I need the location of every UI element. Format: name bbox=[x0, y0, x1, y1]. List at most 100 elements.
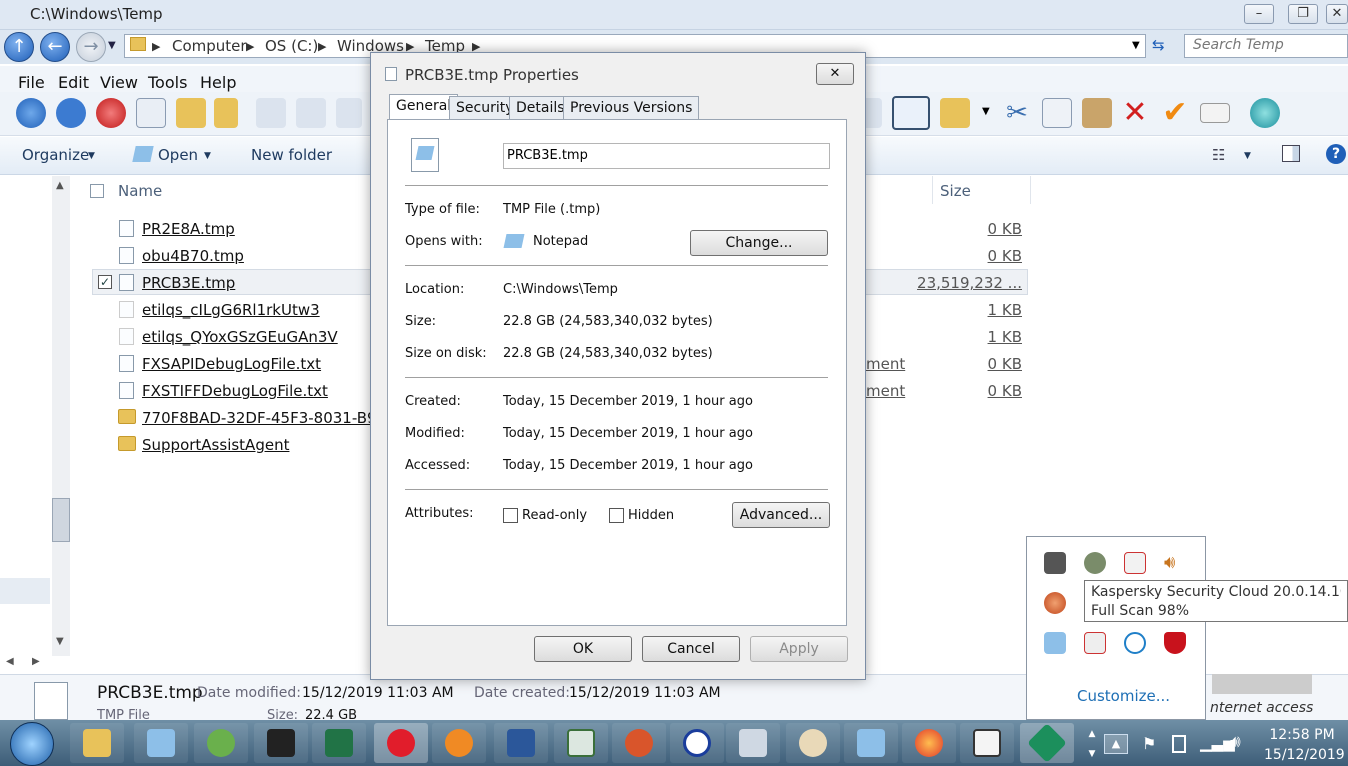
file-name[interactable]: FXSAPIDebugLogFile.txt bbox=[142, 355, 321, 373]
cancel-button[interactable]: Cancel bbox=[642, 636, 740, 662]
file-name[interactable]: obu4B70.tmp bbox=[142, 247, 244, 265]
change-button[interactable]: Change... bbox=[690, 230, 828, 256]
taskbar-app[interactable] bbox=[194, 723, 248, 763]
menu-file[interactable]: File bbox=[18, 73, 45, 92]
up-arrow-icon[interactable]: ↑ bbox=[4, 32, 34, 62]
menu-edit[interactable]: Edit bbox=[58, 73, 89, 92]
taskbar-paint[interactable] bbox=[786, 723, 840, 763]
preview-pane-icon[interactable] bbox=[892, 96, 930, 130]
file-name[interactable]: FXSTIFFDebugLogFile.txt bbox=[142, 382, 328, 400]
battery-icon[interactable] bbox=[1172, 735, 1186, 753]
breadcrumb-drive[interactable]: OS (C:) bbox=[265, 37, 318, 55]
taskbar-slides[interactable] bbox=[960, 723, 1014, 763]
minimize-button[interactable]: – bbox=[1244, 4, 1274, 24]
file-name[interactable]: etilqs_QYoxGSzGEuGAn3V bbox=[142, 328, 338, 346]
view-icon[interactable] bbox=[256, 98, 286, 128]
maximize-button[interactable]: ❐ bbox=[1288, 4, 1318, 24]
breadcrumb-arrow[interactable]: ▶ bbox=[246, 40, 254, 53]
dialog-close-button[interactable]: ✕ bbox=[816, 63, 854, 85]
properties-icon[interactable] bbox=[136, 98, 166, 128]
file-name[interactable]: etilqs_cILgG6Rl1rkUtw3 bbox=[142, 301, 320, 319]
chevron-down-icon[interactable]: ▼ bbox=[1244, 151, 1251, 161]
column-size[interactable]: Size bbox=[940, 182, 971, 200]
advanced-button[interactable]: Advanced... bbox=[732, 502, 830, 528]
shell-icon[interactable] bbox=[1250, 98, 1280, 128]
breadcrumb-arrow[interactable]: ▶ bbox=[152, 40, 160, 53]
rename-icon[interactable] bbox=[1200, 103, 1230, 123]
view-options-icon[interactable]: ☷ bbox=[1212, 146, 1225, 164]
breadcrumb-arrow[interactable]: ▶ bbox=[318, 40, 326, 53]
new-folder-icon[interactable] bbox=[176, 98, 206, 128]
details-icon[interactable] bbox=[336, 98, 362, 128]
taskbar-explorer[interactable] bbox=[70, 723, 124, 763]
delete-icon[interactable]: ✕ bbox=[1120, 98, 1150, 128]
scroll-up-arrow[interactable]: ▲ bbox=[56, 180, 64, 191]
tab-general[interactable]: General bbox=[389, 94, 459, 121]
show-hidden-icons-button[interactable]: ▲ bbox=[1104, 734, 1128, 754]
filename-input[interactable]: PRCB3E.tmp bbox=[503, 143, 830, 169]
taskbar-usb[interactable] bbox=[726, 723, 780, 763]
taskbar-word[interactable] bbox=[494, 723, 548, 763]
row-checkbox[interactable]: ✓ bbox=[98, 275, 112, 289]
help-icon[interactable]: ? bbox=[1326, 144, 1346, 164]
file-name[interactable]: 770F8BAD-32DF-45F3-8031-B9C7E bbox=[142, 409, 370, 427]
address-dropdown[interactable]: ▼ bbox=[1132, 40, 1140, 51]
list-icon[interactable] bbox=[296, 98, 326, 128]
file-name[interactable]: PR2E8A.tmp bbox=[142, 220, 235, 238]
taskbar-excel[interactable] bbox=[312, 723, 366, 763]
menu-view[interactable]: View bbox=[100, 73, 138, 92]
tray-overflow-arrow[interactable]: ▲ ▼ bbox=[1086, 724, 1098, 764]
preview-pane-icon[interactable] bbox=[1282, 145, 1300, 162]
dell-icon[interactable] bbox=[1124, 632, 1146, 654]
up-folder-icon[interactable] bbox=[16, 98, 46, 128]
taskbar-opera[interactable] bbox=[374, 723, 428, 763]
volume-icon[interactable] bbox=[1084, 632, 1106, 654]
organize-button[interactable]: Organize bbox=[22, 146, 89, 164]
volume-icon[interactable]: 🔊︎ bbox=[1230, 732, 1241, 752]
taskbar-media[interactable] bbox=[432, 723, 486, 763]
open-button[interactable]: Open bbox=[158, 146, 198, 164]
back-button[interactable]: ← bbox=[40, 32, 70, 62]
start-button[interactable] bbox=[10, 722, 54, 766]
monitor-icon[interactable] bbox=[1044, 552, 1066, 574]
usb-icon[interactable] bbox=[1084, 552, 1106, 574]
taskbar-notes[interactable] bbox=[844, 723, 898, 763]
file-name[interactable]: SupportAssistAgent bbox=[142, 436, 289, 454]
column-name[interactable]: Name bbox=[118, 182, 162, 200]
paste-icon[interactable] bbox=[1082, 98, 1112, 128]
cut-icon[interactable]: ✂ bbox=[1002, 98, 1032, 128]
taskbar-notepad[interactable] bbox=[134, 723, 188, 763]
chevron-down-icon[interactable]: ▼ bbox=[982, 106, 990, 117]
forward-button[interactable]: → bbox=[76, 32, 106, 62]
breadcrumb-computer[interactable]: Computer bbox=[172, 37, 247, 55]
copy-icon[interactable] bbox=[1042, 98, 1072, 128]
tab-previous-versions[interactable]: Previous Versions bbox=[563, 96, 700, 120]
refresh-icon[interactable]: ⇆ bbox=[1152, 36, 1176, 56]
taskbar-kaspersky[interactable] bbox=[1020, 723, 1074, 763]
ccleaner-icon[interactable] bbox=[1044, 592, 1066, 614]
chevron-down-icon[interactable]: ▼ bbox=[204, 151, 211, 161]
readonly-label[interactable]: Read-only bbox=[522, 508, 587, 523]
folder-icon[interactable] bbox=[214, 98, 238, 128]
scroll-right-arrow[interactable]: ▶ bbox=[32, 656, 40, 667]
readonly-checkbox[interactable] bbox=[503, 508, 518, 523]
checkmark-icon[interactable]: ✔ bbox=[1160, 98, 1190, 128]
menu-tools[interactable]: Tools bbox=[148, 73, 187, 92]
ok-button[interactable]: OK bbox=[534, 636, 632, 662]
folder-options-icon[interactable] bbox=[940, 98, 970, 128]
close-button[interactable]: ✕ bbox=[1326, 4, 1348, 24]
taskbar-ccleaner[interactable] bbox=[612, 723, 666, 763]
taskbar-ip[interactable] bbox=[670, 723, 724, 763]
taskbar-agent[interactable] bbox=[254, 723, 308, 763]
speaker-icon[interactable]: 🔊︎ bbox=[1164, 552, 1175, 573]
scroll-left-arrow[interactable]: ◀ bbox=[6, 656, 14, 667]
flag-icon[interactable]: ⚑ bbox=[1142, 734, 1156, 753]
taskbar-firefox[interactable] bbox=[902, 723, 956, 763]
search-input[interactable]: Search Temp bbox=[1184, 34, 1348, 58]
security-shield-icon[interactable] bbox=[1164, 632, 1186, 654]
scroll-down-arrow[interactable]: ▼ bbox=[56, 636, 64, 647]
apply-button[interactable]: Apply bbox=[750, 636, 848, 662]
vertical-scrollbar[interactable] bbox=[52, 176, 70, 656]
clock-time[interactable]: 12:58 PM bbox=[1262, 727, 1342, 743]
stop-icon[interactable] bbox=[96, 98, 126, 128]
